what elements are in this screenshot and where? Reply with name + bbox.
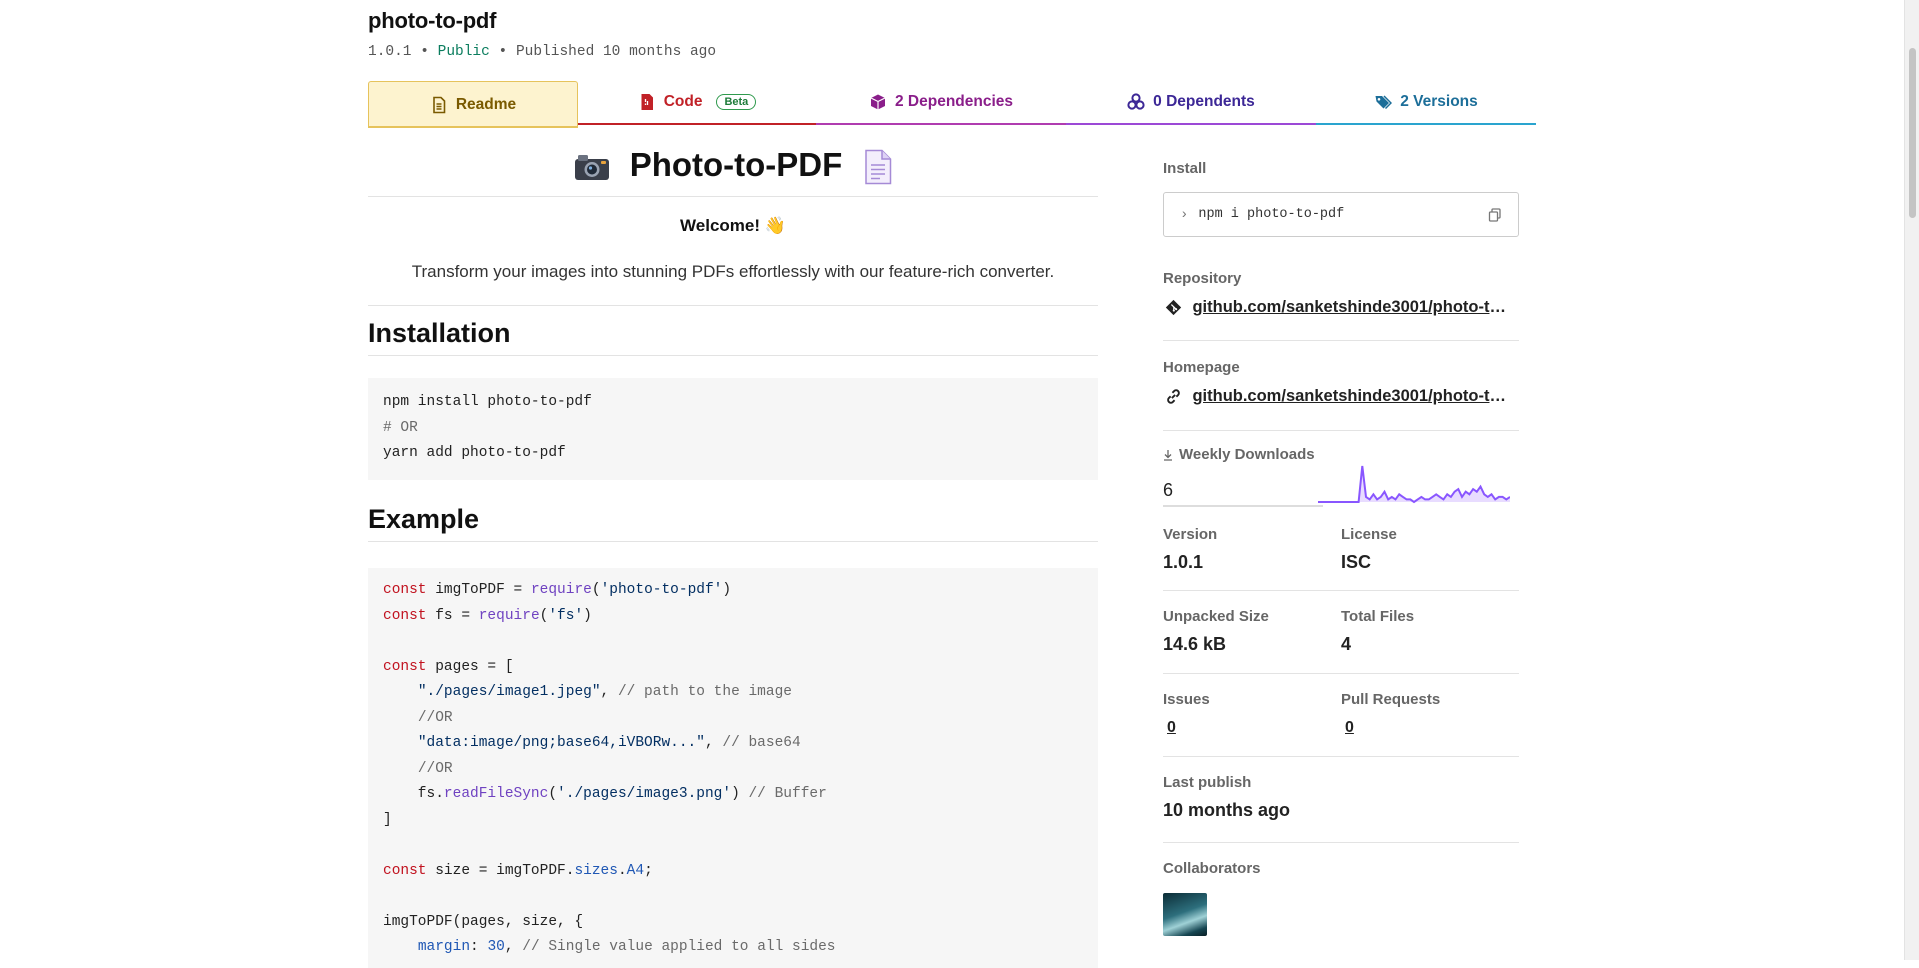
package-tabs: Readme Code Beta 2 Dependencies 0 Depend… (368, 81, 1536, 128)
box-icon (870, 94, 886, 110)
beta-badge: Beta (716, 94, 757, 110)
collaborator-avatar[interactable] (1163, 893, 1207, 936)
install-command: npm i photo-to-pdf (1198, 207, 1345, 222)
code-file-icon (641, 94, 653, 110)
package-version: 1.0.1 (368, 44, 412, 60)
tagline-text: Transform your images into stunning PDFs… (411, 262, 1055, 281)
total-files-label: Total Files (1341, 608, 1415, 625)
issues-link[interactable]: 0 (1167, 719, 1176, 737)
package-published: Published 10 months ago (515, 44, 717, 60)
tab-versions[interactable]: 2 Versions (1316, 81, 1536, 125)
tab-dependents-label: 0 Dependents (1153, 93, 1255, 110)
copy-icon[interactable] (1488, 207, 1502, 222)
tab-dependents[interactable]: 0 Dependents (1066, 81, 1316, 125)
install-command-box[interactable]: › npm i photo-to-pdf (1163, 192, 1519, 237)
homepage-link[interactable]: github.com/sanketshinde3001/photo-to-pdf (1165, 387, 1507, 406)
license-value: ISC (1341, 552, 1372, 572)
pull-requests-label: Pull Requests (1341, 691, 1441, 708)
install-label: Install (1163, 160, 1207, 177)
tab-readme[interactable]: Readme (368, 81, 578, 128)
sidebar-divider (1163, 842, 1519, 843)
total-files-value: 4 (1341, 634, 1352, 654)
example-code-block: const imgToPDF = require('photo-to-pdf')… (368, 568, 1098, 968)
tab-versions-label: 2 Versions (1400, 93, 1478, 110)
chevron-right-icon: › (1180, 206, 1189, 223)
unpacked-size-label: Unpacked Size (1163, 608, 1269, 625)
version-value: 1.0.1 (1163, 552, 1204, 572)
tab-code[interactable]: Code Beta (578, 81, 816, 125)
issues-label: Issues (1163, 691, 1210, 708)
sidebar-divider (1163, 340, 1519, 341)
repository-link[interactable]: github.com/sanketshinde3001/photo-to-pdf (1165, 298, 1507, 317)
camera-icon (574, 155, 609, 181)
document-icon (433, 96, 446, 113)
last-publish-label: Last publish (1163, 774, 1252, 791)
tab-dependencies[interactable]: 2 Dependencies (816, 81, 1066, 125)
installation-heading: Installation (368, 318, 1098, 356)
tab-dependencies-label: 2 Dependencies (894, 93, 1014, 110)
homepage-label: Homepage (1163, 359, 1240, 376)
sidebar-divider (1163, 590, 1519, 591)
example-heading: Example (368, 504, 1098, 542)
last-publish-value: 10 months ago (1163, 800, 1291, 820)
readme-title-text: Photo-to-PDF (629, 146, 843, 183)
homepage-url[interactable]: github.com/sanketshinde3001/photo-to-pdf (1192, 387, 1507, 406)
download-icon (1164, 449, 1172, 461)
tab-code-label: Code (663, 93, 703, 110)
git-icon (1165, 299, 1182, 316)
weekly-downloads-sparkline (1318, 465, 1510, 504)
boxes-icon (1127, 93, 1145, 110)
tags-icon (1375, 95, 1393, 110)
code-line: npm install photo-to-pdf (383, 394, 592, 410)
readme-title: Photo-to-PDF (368, 140, 1098, 197)
unpacked-size-value: 14.6 kB (1163, 634, 1227, 654)
welcome-text: Welcome! 👋 (680, 216, 786, 235)
scrollbar-thumb[interactable] (1909, 48, 1916, 218)
readme-divider (368, 305, 1098, 306)
page-icon (865, 150, 892, 185)
package-meta: 1.0.1 • Public • Published 10 months ago (368, 44, 717, 60)
package-title: photo-to-pdf (368, 8, 497, 33)
sparkline-baseline (1163, 505, 1323, 507)
code-line: yarn add photo-to-pdf (383, 445, 566, 461)
sparkline-area (1318, 466, 1510, 502)
code-line: # OR (383, 419, 418, 436)
version-label: Version (1163, 526, 1218, 543)
sidebar-divider (1163, 430, 1519, 431)
sidebar-divider (1163, 673, 1519, 674)
repository-url[interactable]: github.com/sanketshinde3001/photo-to-pdf (1192, 298, 1507, 317)
install-code-block: npm install photo-to-pdf # OR yarn add pho… (368, 378, 1098, 480)
collaborators-label: Collaborators (1163, 860, 1261, 877)
tab-readme-label: Readme (455, 95, 517, 113)
weekly-downloads-header: Weekly Downloads (1163, 446, 1315, 463)
package-visibility: Public (437, 44, 490, 60)
weekly-downloads-label: Weekly Downloads (1179, 446, 1315, 463)
license-label: License (1341, 526, 1397, 543)
weekly-downloads-value: 6 (1163, 480, 1174, 500)
scrollbar[interactable] (1904, 0, 1919, 960)
pull-requests-link[interactable]: 0 (1345, 719, 1354, 737)
sidebar-divider (1163, 756, 1519, 757)
link-icon (1167, 389, 1180, 404)
repository-label: Repository (1163, 270, 1242, 287)
